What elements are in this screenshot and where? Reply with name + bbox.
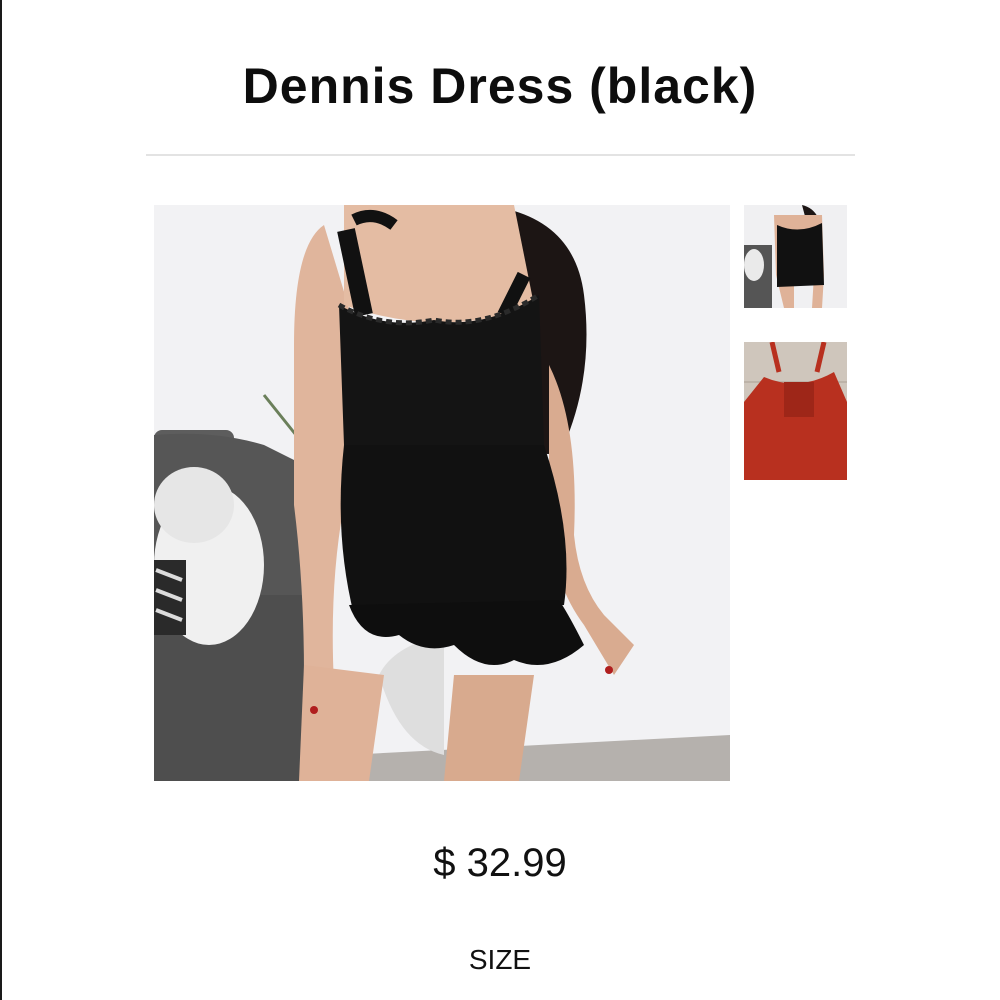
model-black-dress-photo (154, 205, 730, 781)
product-title: Dennis Dress (black) (242, 58, 758, 114)
thumbnail-black-dress[interactable] (744, 205, 847, 308)
title-divider (146, 154, 855, 156)
size-label: SIZE (468, 944, 532, 975)
black-dress-thumbnail-image (744, 205, 847, 308)
main-product-image[interactable] (154, 205, 730, 781)
product-price: $ 32.99 (433, 841, 567, 885)
red-dress-thumbnail-image (744, 342, 847, 480)
thumbnail-red-dress[interactable] (744, 342, 847, 480)
